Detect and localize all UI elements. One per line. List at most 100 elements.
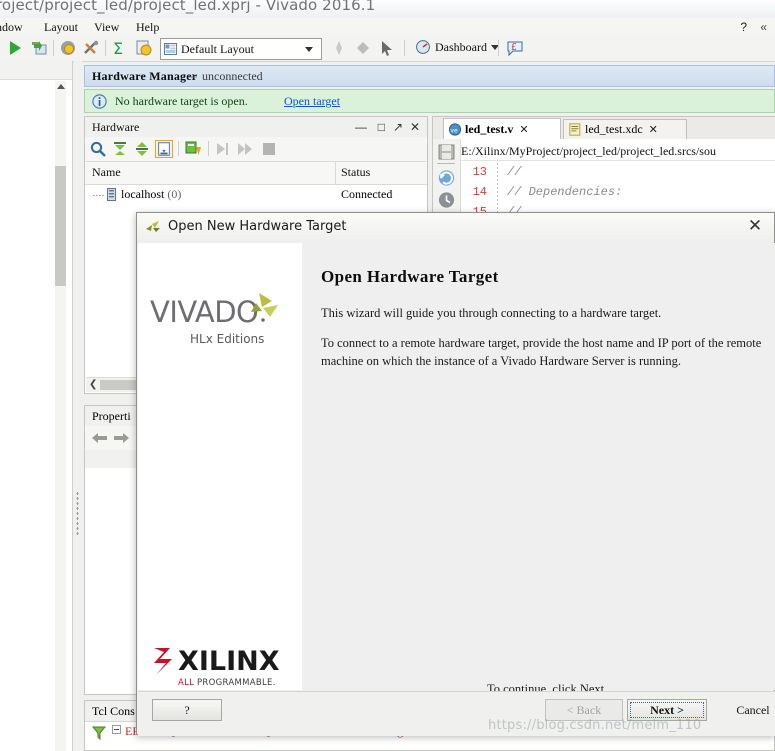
tab-led-test-xdc[interactable]: led_test.xdc ✕ [563,119,687,139]
dialog-title-text: Open New Hardware Target [168,219,347,234]
expand-all-icon[interactable] [133,140,151,158]
hardware-panel-header: Hardware — □ ↗ ✕ [85,117,427,138]
column-header-name: Name [92,165,121,179]
focus-ring [630,702,704,718]
tools-icon[interactable] [82,39,100,57]
pin-icon[interactable] [330,39,348,57]
run-all-icon[interactable] [236,140,254,158]
forward-arrow-icon[interactable] [113,430,130,446]
dashboard-menu[interactable]: Dashboard [415,39,499,55]
tab-led-test-v[interactable]: ve led_test.v ✕ [443,118,561,139]
maximize-icon[interactable]: □ [378,120,385,134]
auto-connect-icon[interactable] [155,140,173,158]
vertical-splitter[interactable] [74,61,82,751]
vivado-application-window: roject/project_led/project_led.xprj - Vi… [0,0,775,751]
program-device-icon[interactable] [184,140,202,158]
help-icon[interactable]: ? [740,20,747,34]
line-guide [497,163,498,183]
hardware-manager-status: unconnected [202,69,263,83]
dialog-title-bar: Open New Hardware Target ✕ [137,213,774,244]
line-number: 14 [472,185,487,199]
column-divider[interactable] [335,162,336,184]
toolbar-separator-1 [53,40,54,56]
cursor-arrow-icon[interactable] [378,39,396,57]
toolbar-separator-4 [498,40,499,56]
settings-gear-icon[interactable] [59,39,77,57]
vivado-logo-text: VIVADO [150,295,258,329]
dialog-heading: Open Hardware Target [321,267,499,286]
dialog-branding-panel: VIVADO HLx Editions XILINX ALL PROGRAMMA… [138,243,303,690]
dashboard-gauge-icon [416,40,430,54]
splitter-grip[interactable] [76,491,79,537]
code-line-14[interactable]: 14 // Dependencies: [461,183,775,203]
scrollbar-thumb[interactable] [55,166,66,286]
tab-label: led_test.v [465,121,514,136]
hardware-manager-title: Hardware Manager [92,69,198,83]
history-icon[interactable] [437,191,456,209]
menu-item-layout[interactable]: Layout [40,19,82,36]
sum-sigma-icon[interactable]: Σ [111,39,129,57]
chevron-down-icon[interactable] [305,46,313,52]
language-tag-icon[interactable]: £ [506,39,524,57]
scroll-left-icon[interactable]: ❮ [89,379,97,390]
hardware-manager-dash: – [190,69,197,83]
editor-file-path: E:/Xilinx/MyProject/project_led/project_… [461,141,775,161]
close-icon[interactable]: ✕ [519,123,528,136]
open-target-link[interactable]: Open target [284,94,340,109]
gutter-separator [437,163,455,164]
hardware-info-message: No hardware target is open. [115,94,248,108]
line-text: // [507,165,522,179]
hardware-panel-toolbar [85,137,427,162]
main-toolbar: Σ Default Layout Dashboard £ [0,35,775,62]
back-arrow-icon[interactable] [91,430,108,446]
menu-item-view[interactable]: View [90,19,123,36]
next-button[interactable]: Next > [627,699,707,721]
info-icon [92,94,107,109]
tree-connector [93,195,105,196]
verilog-file-icon: ve [449,122,461,136]
cancel-button[interactable]: Cancel [714,699,775,721]
menu-item-window[interactable]: ndow [0,19,27,36]
filter-icon[interactable] [91,725,107,741]
hardware-panel-title: Hardware [92,120,140,134]
xilinx-logo-subtext: PROGRAMMABLE. [197,678,276,688]
collapse-panel-icon[interactable]: « [760,20,767,34]
hardware-manager-banner: Hardware Manager – unconnected [84,65,775,87]
restore-icon[interactable] [437,169,456,187]
hardware-toolbar-separator-1 [178,141,179,156]
save-icon[interactable] [437,143,456,161]
dialog-paragraph-2: To connect to a remote hardware target, … [321,336,762,368]
open-project-icon[interactable] [30,39,48,57]
line-text: // Dependencies: [507,185,623,199]
code-line-13[interactable]: 13 // [461,163,775,183]
toolbar-separator-2 [105,40,106,56]
layout-selector[interactable]: Default Layout [160,38,322,60]
layout-selector-value: Default Layout [181,41,254,56]
close-icon[interactable]: ✕ [745,217,765,237]
collapse-toggle-icon[interactable] [112,725,121,734]
collapse-all-icon[interactable] [111,140,129,158]
close-icon[interactable]: ✕ [410,120,420,134]
column-header-status: Status [341,165,371,179]
run-icon[interactable] [6,39,24,57]
scroll-up-icon[interactable] [57,84,65,89]
back-button[interactable]: < Back [545,699,623,721]
stop-icon[interactable] [260,140,278,158]
minimize-icon[interactable]: — [355,120,367,134]
vivado-logo: VIVADO HLx Editions [150,293,278,346]
flow-navigator-panel: gn s ign sign ings rd traints mmary work… [0,61,73,751]
search-icon[interactable] [89,140,107,158]
flow-navigator-scrollbar[interactable] [55,81,66,751]
dialog-footer: ? < Back Next > Cancel [138,691,775,736]
close-icon[interactable]: ✕ [649,123,658,136]
report-gear-icon[interactable] [135,39,153,57]
menu-item-help[interactable]: Help [132,19,163,36]
dialog-content-panel: Open Hardware Target This wizard will gu… [302,243,775,696]
diamond-icon[interactable] [354,39,372,57]
run-step-icon[interactable] [214,140,232,158]
table-row[interactable]: localhost (0) Connected [85,184,427,206]
dashboard-label: Dashboard [435,39,487,54]
svg-text:£: £ [511,43,517,53]
float-icon[interactable]: ↗ [393,120,403,134]
help-button[interactable]: ? [152,699,222,721]
